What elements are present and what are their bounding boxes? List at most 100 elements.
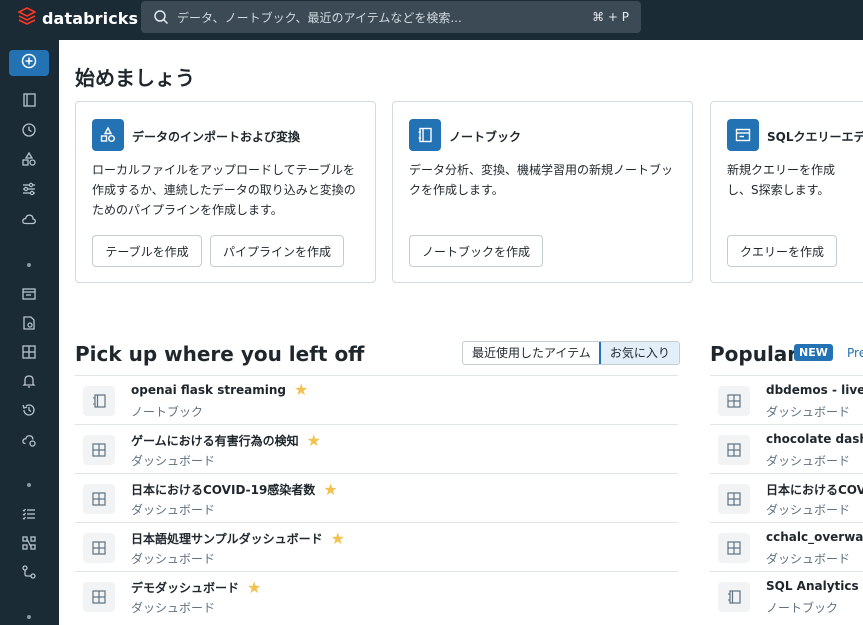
- item-title[interactable]: 日本におけるCOV: [766, 481, 863, 498]
- item-title[interactable]: chocolate dashl: [766, 432, 863, 446]
- item-type: ノートブック: [766, 601, 839, 615]
- alerts-icon[interactable]: [19, 371, 39, 391]
- sidebar: [0, 40, 59, 625]
- item-name[interactable]: 日本におけるCOV: [766, 481, 863, 498]
- notebook-icon: [409, 119, 441, 151]
- item-name[interactable]: デモダッシュボード ★: [131, 579, 261, 596]
- new-button[interactable]: [9, 50, 49, 76]
- sidebar-divider-dot: [27, 615, 31, 619]
- top-bar: databricks データ、ノートブック、最近のアイテムなどを検索... ⌘ …: [0, 0, 863, 40]
- card-title: ノートブック: [449, 130, 522, 144]
- global-search-input[interactable]: データ、ノートブック、最近のアイテムなどを検索... ⌘ + P: [141, 1, 641, 33]
- sql-editor-icon: [727, 119, 759, 151]
- recent-section-title: Pick up where you left off: [75, 342, 365, 366]
- workflows-icon[interactable]: [19, 179, 39, 199]
- item-name[interactable]: dbdemos - live_: [766, 383, 863, 397]
- dashboard-icon: [718, 484, 750, 514]
- item-type: ダッシュボード: [131, 454, 216, 468]
- notebook-icon: [718, 582, 750, 612]
- warehouse-icon[interactable]: [19, 430, 39, 450]
- dashboard-icon: [83, 484, 115, 514]
- item-title[interactable]: 日本におけるCOVID-19感染者数: [131, 481, 315, 498]
- card-description: ローカルファイルをアップロードしてテーブルを作成するか、連続したデータの取り込み…: [92, 163, 356, 217]
- card-description: 新規クエリーを作成し、S探索します。: [727, 163, 836, 197]
- sql-editor-card: SQLクエリーエデ 新規クエリーを作成し、S探索します。 クエリーを作成: [710, 101, 863, 283]
- tab-favorites[interactable]: お気に入り: [598, 342, 679, 364]
- recent-items-list: openai flask streaming ★ ノートブック ゲームにおける有害…: [75, 375, 678, 620]
- item-name[interactable]: ゲームにおける有害行為の検知 ★: [131, 432, 321, 449]
- workspace-icon[interactable]: [19, 90, 39, 110]
- create-table-button[interactable]: テーブルを作成: [92, 235, 202, 267]
- list-item[interactable]: デモダッシュボード ★ ダッシュボード: [75, 571, 678, 620]
- item-title[interactable]: dbdemos - live_: [766, 383, 863, 397]
- models-icon[interactable]: [19, 562, 39, 582]
- list-item[interactable]: SQL Analytics ノートブック: [710, 571, 863, 620]
- recent-favorites-toggle: 最近使用したアイテム お気に入り: [462, 341, 680, 365]
- query-history-icon[interactable]: [19, 400, 39, 420]
- item-title[interactable]: cchalc_overwat: [766, 530, 863, 544]
- create-pipeline-button[interactable]: パイプラインを作成: [210, 235, 344, 267]
- dashboard-icon: [718, 533, 750, 563]
- brand-name: databricks: [42, 8, 139, 28]
- sql-editor-icon[interactable]: [19, 284, 39, 304]
- item-title[interactable]: SQL Analytics: [766, 579, 859, 593]
- item-name[interactable]: cchalc_overwat: [766, 530, 863, 544]
- card-title: SQLクエリーエデ: [767, 130, 863, 144]
- list-item[interactable]: 日本におけるCOVID-19感染者数 ★ ダッシュボード: [75, 473, 678, 522]
- search-shortcut: ⌘ + P: [592, 10, 629, 24]
- list-item[interactable]: 日本におけるCOV ダッシュボード: [710, 473, 863, 522]
- page-title: 始めましょう: [75, 66, 195, 90]
- item-type: ダッシュボード: [131, 503, 216, 517]
- tab-recent-items[interactable]: 最近使用したアイテム: [463, 342, 600, 364]
- create-query-button[interactable]: クエリーを作成: [727, 235, 837, 267]
- item-name[interactable]: openai flask streaming ★: [131, 382, 308, 398]
- list-item[interactable]: chocolate dashl ダッシュボード: [710, 424, 863, 473]
- popular-section-title: Popular: [710, 342, 798, 366]
- sidebar-divider-dot: [27, 263, 31, 267]
- item-type: ノートブック: [131, 405, 204, 419]
- list-item[interactable]: ゲームにおける有害行為の検知 ★ ダッシュボード: [75, 424, 678, 473]
- list-item[interactable]: cchalc_overwat ダッシュボード: [710, 522, 863, 571]
- databricks-logo[interactable]: databricks: [17, 7, 139, 29]
- card-title: データのインポートおよび変換: [132, 130, 301, 144]
- item-name[interactable]: chocolate dashl: [766, 432, 863, 446]
- list-item[interactable]: 日本語処理サンプルダッシュボード ★ ダッシュボード: [75, 522, 678, 571]
- item-title[interactable]: ゲームにおける有害行為の検知: [131, 432, 299, 449]
- features-icon[interactable]: [19, 533, 39, 553]
- databricks-logo-icon: [17, 7, 37, 29]
- dashboard-icon: [83, 435, 115, 465]
- item-name[interactable]: 日本におけるCOVID-19感染者数 ★: [131, 481, 338, 498]
- star-icon[interactable]: ★: [294, 382, 308, 398]
- catalog-icon[interactable]: [19, 149, 39, 169]
- plus-circle-icon: [21, 53, 37, 73]
- star-icon[interactable]: ★: [307, 432, 321, 448]
- item-title[interactable]: openai flask streaming: [131, 383, 286, 397]
- main-content: 始めましょう データのインポートおよび変換 ローカルファイルをアップロードしてテ…: [59, 40, 863, 625]
- preview-link[interactable]: Pre: [847, 346, 863, 360]
- create-notebook-button[interactable]: ノートブックを作成: [409, 235, 543, 267]
- item-title[interactable]: 日本語処理サンプルダッシュボード: [131, 530, 323, 547]
- list-item[interactable]: openai flask streaming ★ ノートブック: [75, 375, 678, 424]
- dashboard-icon: [83, 533, 115, 563]
- cloud-icon[interactable]: [19, 209, 39, 229]
- notebook-card: ノートブック データ分析、変換、機械学習用の新規ノートブックを作成します。 ノー…: [392, 101, 693, 283]
- item-type: ダッシュボード: [766, 405, 851, 419]
- import-data-card: データのインポートおよび変換 ローカルファイルをアップロードしてテーブルを作成す…: [75, 101, 376, 283]
- dashboard-icon: [718, 435, 750, 465]
- data-ingestion-icon: [92, 119, 124, 151]
- clock-icon[interactable]: [19, 120, 39, 140]
- experiments-icon[interactable]: [19, 504, 39, 524]
- item-name[interactable]: SQL Analytics: [766, 579, 859, 593]
- star-icon[interactable]: ★: [323, 481, 337, 497]
- star-icon[interactable]: ★: [331, 530, 345, 546]
- item-type: ダッシュボード: [766, 503, 851, 517]
- item-type: ダッシュボード: [766, 552, 851, 566]
- item-title[interactable]: デモダッシュボード: [131, 579, 239, 596]
- dashboards-icon[interactable]: [19, 342, 39, 362]
- item-name[interactable]: 日本語処理サンプルダッシュボード ★: [131, 530, 345, 547]
- notebook-icon: [83, 386, 115, 416]
- list-item[interactable]: dbdemos - live_ ダッシュボード: [710, 375, 863, 424]
- star-icon[interactable]: ★: [247, 579, 261, 595]
- item-type: ダッシュボード: [131, 552, 216, 566]
- queries-icon[interactable]: [19, 313, 39, 333]
